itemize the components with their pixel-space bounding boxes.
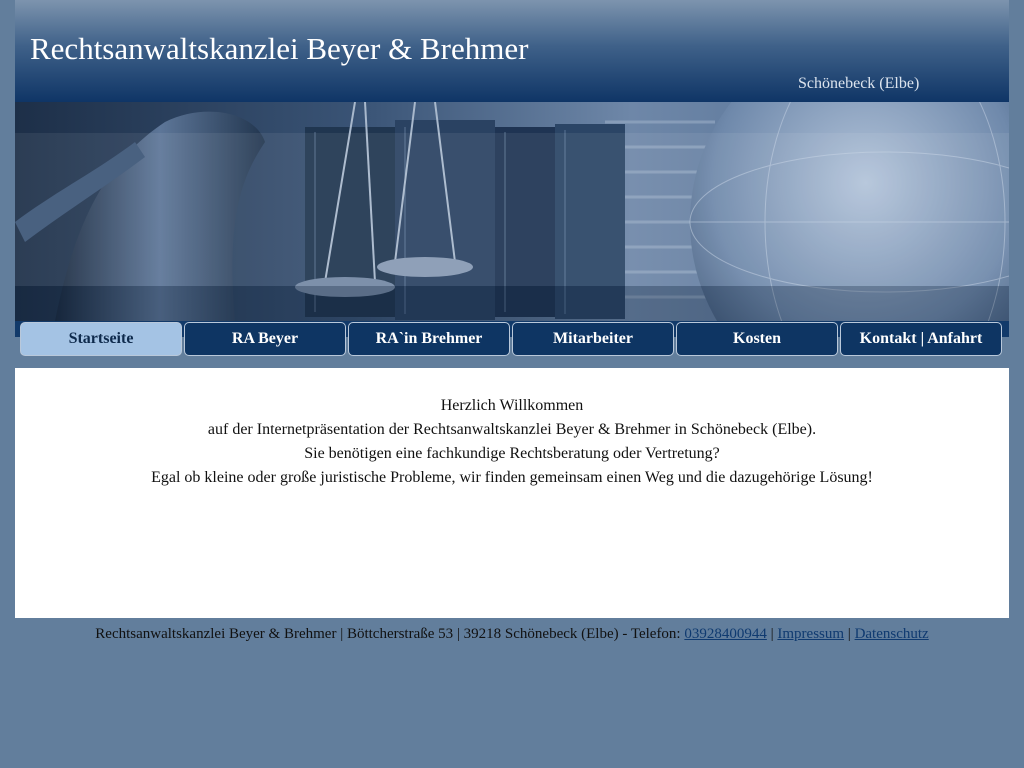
main-content: Herzlich Willkommen auf der Internetpräs…: [15, 368, 1009, 618]
nav-item-kontakt-anfahrt[interactable]: Kontakt | Anfahrt: [840, 322, 1002, 356]
header-banner-image: [15, 102, 1009, 321]
nav-item-mitarbeiter[interactable]: Mitarbeiter: [512, 322, 674, 356]
nav-item-kosten[interactable]: Kosten: [676, 322, 838, 356]
footer-datenschutz-link[interactable]: Datenschutz: [855, 626, 929, 642]
footer-address: Rechtsanwaltskanzlei Beyer & Brehmer | B…: [95, 626, 681, 642]
footer-separator: |: [847, 626, 851, 642]
nav-item-ra-beyer[interactable]: RA Beyer: [184, 322, 346, 356]
footer-impressum-link[interactable]: Impressum: [777, 626, 844, 642]
nav-item-startseite[interactable]: Startseite: [20, 322, 182, 356]
footer-phone-link[interactable]: 03928400944: [684, 626, 767, 642]
main-navigation: Startseite RA Beyer RA`in Brehmer Mitarb…: [20, 322, 1004, 356]
nav-item-ra-brehmer[interactable]: RA`in Brehmer: [348, 322, 510, 356]
site-footer: Rechtsanwaltskanzlei Beyer & Brehmer | B…: [0, 626, 1024, 643]
footer-separator: |: [770, 626, 774, 642]
site-title: Rechtsanwaltskanzlei Beyer & Brehmer: [30, 31, 529, 66]
site-header: Rechtsanwaltskanzlei Beyer & Brehmer Sch…: [15, 0, 1009, 102]
welcome-line: Egal ob kleine oder große juristische Pr…: [151, 469, 873, 486]
site-location: Schönebeck (Elbe): [798, 75, 920, 92]
welcome-line: auf der Internetpräsentation der Rechtsa…: [207, 421, 817, 438]
welcome-heading: Herzlich Willkommen: [440, 397, 584, 414]
welcome-line: Sie benötigen eine fachkundige Rechtsber…: [304, 445, 720, 462]
